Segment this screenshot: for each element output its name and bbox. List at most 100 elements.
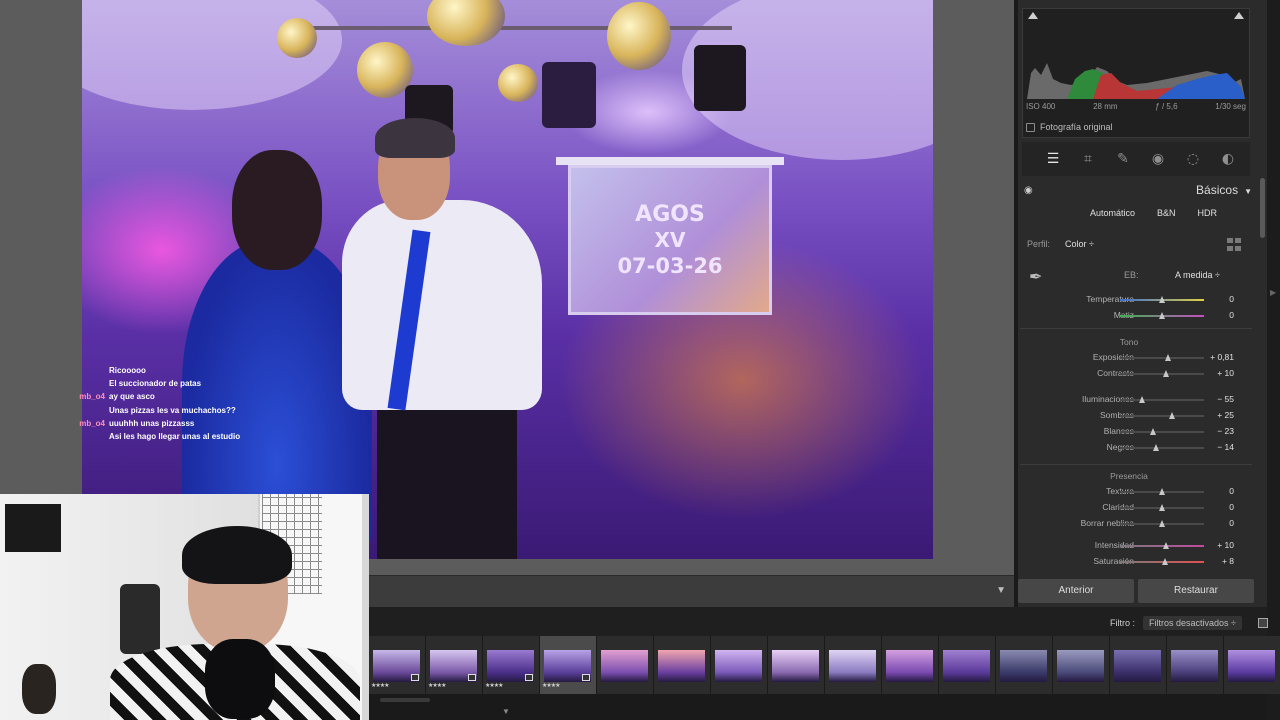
- reset-button[interactable]: Restaurar: [1138, 579, 1254, 603]
- slider-value[interactable]: 0: [1229, 486, 1234, 496]
- slider-exposicion[interactable]: Exposición + 0,81: [1020, 351, 1258, 365]
- slider-value[interactable]: − 14: [1217, 442, 1234, 452]
- slider-matiz[interactable]: Matiz0: [1020, 309, 1258, 323]
- slider-track[interactable]: [1120, 504, 1204, 511]
- slider-contraste[interactable]: Contraste + 10: [1020, 367, 1258, 381]
- slider-claridad[interactable]: Claridad 0: [1020, 501, 1258, 515]
- slider-track[interactable]: [1120, 354, 1204, 361]
- wb-select[interactable]: A medida ÷: [1175, 270, 1220, 280]
- slider-track[interactable]: [1120, 312, 1204, 319]
- filmstrip-thumbnail[interactable]: ★★★★: [540, 636, 597, 694]
- treatment-bw[interactable]: B&N: [1157, 208, 1176, 218]
- redeye-icon[interactable]: ◉: [1149, 150, 1167, 168]
- filmstrip-thumbnail[interactable]: ★★★★: [369, 636, 426, 694]
- filmstrip-toggle-icon[interactable]: ▼: [502, 707, 510, 716]
- slider-track[interactable]: [1120, 542, 1204, 549]
- filmstrip-scroll-thumb[interactable]: [380, 698, 430, 702]
- slider-thumb[interactable]: [1152, 444, 1159, 451]
- filmstrip-thumbnail[interactable]: [825, 636, 882, 694]
- profile-browser-icon[interactable]: [1227, 238, 1241, 251]
- slider-thumb[interactable]: [1158, 488, 1165, 495]
- shadow-clip-icon[interactable]: [1028, 12, 1038, 19]
- slider-track[interactable]: [1120, 444, 1204, 451]
- filter-select[interactable]: Filtros desactivados ÷: [1143, 616, 1242, 630]
- slider-thumb[interactable]: [1139, 396, 1146, 403]
- slider-track[interactable]: [1120, 396, 1204, 403]
- filmstrip-thumbnail[interactable]: [996, 636, 1053, 694]
- slider-track[interactable]: [1120, 428, 1204, 435]
- slider-track[interactable]: [1120, 558, 1204, 565]
- panel-scrollbar[interactable]: [1258, 0, 1267, 607]
- slider-value[interactable]: + 25: [1217, 410, 1234, 420]
- previous-button[interactable]: Anterior: [1018, 579, 1134, 603]
- panel-collapse-icon[interactable]: ▶: [1270, 288, 1276, 297]
- filmstrip-thumbnail[interactable]: [1224, 636, 1280, 694]
- slider-iluminaciones[interactable]: Iluminaciones − 55: [1020, 393, 1258, 407]
- histogram[interactable]: ISO 400 28 mm ƒ / 5,6 1/30 seg Fotografí…: [1022, 8, 1250, 138]
- toolbar-chevron-icon[interactable]: ▼: [996, 585, 1006, 596]
- collapse-triangle-icon[interactable]: ▼: [1244, 187, 1252, 196]
- slider-thumb[interactable]: [1158, 312, 1165, 319]
- filmstrip-thumbnail[interactable]: [1167, 636, 1224, 694]
- basic-section-header[interactable]: ◉ Básicos ▼: [1018, 178, 1258, 202]
- slider-value[interactable]: + 0,81: [1210, 352, 1234, 362]
- slider-thumb[interactable]: [1158, 520, 1165, 527]
- slider-blancos[interactable]: Blancos − 23: [1020, 425, 1258, 439]
- slider-track[interactable]: [1120, 488, 1204, 495]
- slider-track[interactable]: [1120, 520, 1204, 527]
- slider-thumb[interactable]: [1158, 504, 1165, 511]
- filmstrip-thumbnail[interactable]: [882, 636, 939, 694]
- main-photo[interactable]: AGOS XV 07-03-26: [82, 0, 933, 559]
- slider-value[interactable]: + 8: [1222, 556, 1234, 566]
- slider-textura[interactable]: Textura0: [1020, 485, 1258, 499]
- filmstrip-thumbnail[interactable]: ★★★★: [426, 636, 483, 694]
- slider-temperatura[interactable]: Temperatura 0: [1020, 293, 1258, 307]
- treatment-auto[interactable]: Automático: [1090, 208, 1135, 218]
- highlight-clip-icon[interactable]: [1234, 12, 1244, 19]
- filmstrip-thumbnail[interactable]: [1053, 636, 1110, 694]
- eyedropper-icon[interactable]: ✒: [1029, 267, 1053, 291]
- treatment-hdr[interactable]: HDR: [1198, 208, 1218, 218]
- slider-thumb[interactable]: [1162, 370, 1169, 377]
- slider-value[interactable]: + 10: [1217, 540, 1234, 550]
- eraser-icon[interactable]: ✎: [1114, 150, 1132, 168]
- slider-thumb[interactable]: [1150, 428, 1157, 435]
- slider-value[interactable]: 0: [1229, 310, 1234, 320]
- slider-thumb[interactable]: [1158, 296, 1165, 303]
- filmstrip-thumbnail[interactable]: [768, 636, 825, 694]
- slider-neblina[interactable]: Borrar neblina 0: [1020, 517, 1258, 531]
- slider-value[interactable]: 0: [1229, 518, 1234, 528]
- filmstrip-thumbnail[interactable]: [711, 636, 768, 694]
- profile-select[interactable]: Color ÷: [1065, 239, 1094, 249]
- slider-thumb[interactable]: [1162, 542, 1169, 549]
- slider-thumb[interactable]: [1161, 558, 1168, 565]
- slider-value[interactable]: − 23: [1217, 426, 1234, 436]
- sliders-icon[interactable]: ☰: [1044, 150, 1062, 168]
- slider-track[interactable]: [1120, 370, 1204, 377]
- slider-saturacion[interactable]: Saturación + 8: [1020, 555, 1258, 569]
- masking-icon[interactable]: ◌: [1184, 150, 1202, 168]
- slider-value[interactable]: 0: [1229, 294, 1234, 304]
- slider-intensidad[interactable]: Intensidad + 10: [1020, 539, 1258, 553]
- filmstrip-thumbnail[interactable]: [654, 636, 711, 694]
- photo-viewer[interactable]: AGOS XV 07-03-26 Ricooooo El succionador …: [0, 0, 1014, 575]
- slider-thumb[interactable]: [1165, 354, 1172, 361]
- presets-icon[interactable]: ◐: [1219, 150, 1237, 168]
- crop-icon[interactable]: ⌗: [1079, 150, 1097, 168]
- slider-value[interactable]: + 10: [1217, 368, 1234, 378]
- filmstrip-thumbnail[interactable]: [1110, 636, 1167, 694]
- original-photo-toggle[interactable]: Fotografía original: [1026, 122, 1113, 132]
- panel-scroll-thumb[interactable]: [1260, 178, 1265, 238]
- slider-value[interactable]: 0: [1229, 502, 1234, 512]
- filter-lock-icon[interactable]: [1258, 618, 1268, 628]
- slider-sombras[interactable]: Sombras + 25: [1020, 409, 1258, 423]
- filmstrip-thumbnail[interactable]: ★★★★: [483, 636, 540, 694]
- filmstrip-thumbnail[interactable]: [939, 636, 996, 694]
- slider-value[interactable]: − 55: [1217, 394, 1234, 404]
- eye-icon[interactable]: ◉: [1024, 185, 1033, 196]
- slider-track[interactable]: [1120, 296, 1204, 303]
- slider-negros[interactable]: Negros− 14: [1020, 441, 1258, 455]
- filmstrip-thumbnail[interactable]: [597, 636, 654, 694]
- slider-track[interactable]: [1120, 412, 1204, 419]
- original-photo-checkbox[interactable]: [1026, 122, 1035, 132]
